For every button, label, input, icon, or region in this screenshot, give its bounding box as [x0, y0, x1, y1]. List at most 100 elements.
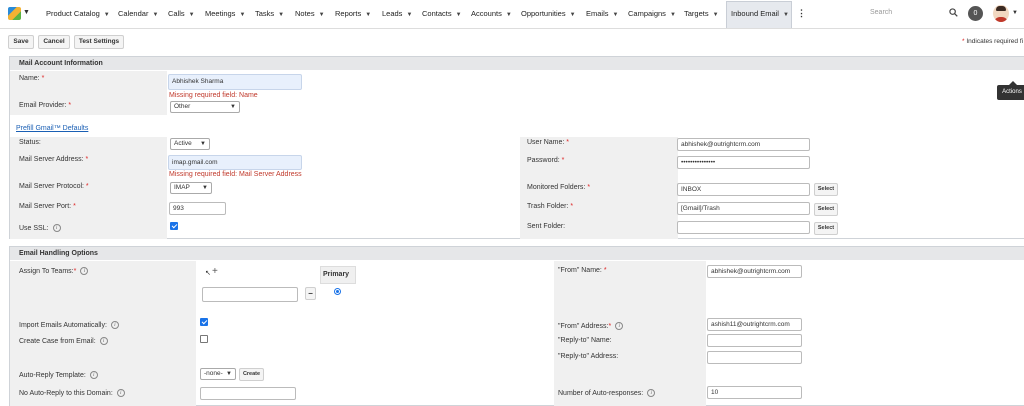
- info-icon[interactable]: i: [99, 337, 108, 345]
- test-settings-button[interactable]: Test Settings: [74, 35, 124, 49]
- nav-item-calls[interactable]: Calls ▼: [168, 9, 195, 18]
- remove-team-button[interactable]: −: [305, 287, 316, 300]
- user-name-label: User Name: *: [527, 139, 569, 146]
- cancel-button[interactable]: Cancel: [38, 35, 70, 49]
- nav-item-campaigns[interactable]: Campaigns ▼: [628, 9, 676, 18]
- notification-count-badge[interactable]: 0: [968, 6, 983, 21]
- chevron-down-icon: ▼: [230, 104, 236, 110]
- import-emails-automatically-label: Import Emails Automatically: i: [19, 321, 119, 329]
- required-star: *: [68, 102, 72, 109]
- sent-folder-select-button[interactable]: Select: [814, 222, 838, 235]
- nav-item-notes[interactable]: Notes ▼: [295, 9, 325, 18]
- user-avatar[interactable]: [993, 5, 1009, 22]
- save-button[interactable]: Save: [8, 35, 34, 49]
- chevron-down-icon: ▼: [103, 12, 110, 18]
- no-auto-reply-domain-input[interactable]: [200, 387, 296, 400]
- app-logo-icon[interactable]: [8, 7, 21, 20]
- user-name-label-text: User Name:: [527, 139, 565, 146]
- sent-folder-label: Sent Folder:: [527, 223, 566, 230]
- name-label: Name: *: [19, 75, 44, 82]
- nav-item-product-catalog[interactable]: Product Catalog ▼: [46, 9, 110, 18]
- nav-item-label: Meetings: [205, 9, 236, 18]
- from-address-input[interactable]: ashish11@outrightcrm.com: [707, 318, 802, 331]
- info-icon[interactable]: i: [110, 321, 119, 329]
- create-template-button[interactable]: Create: [239, 368, 264, 381]
- nav-item-meetings[interactable]: Meetings ▼: [205, 9, 245, 18]
- nav-item-tasks[interactable]: Tasks ▼: [255, 9, 284, 18]
- search-icon[interactable]: [949, 8, 958, 17]
- mail-server-port-input[interactable]: 993: [169, 202, 226, 215]
- from-name-label-text: "From" Name:: [558, 267, 602, 274]
- nav-item-inbound-email[interactable]: Inbound Email ▼: [731, 9, 789, 18]
- mail-server-address-input[interactable]: imap.gmail.com: [168, 155, 302, 170]
- nav-item-targets[interactable]: Targets ▼: [684, 9, 719, 18]
- monitored-folders-label: Monitored Folders: *: [527, 184, 590, 191]
- nav-item-reports[interactable]: Reports ▼: [335, 9, 371, 18]
- prefill-gmail-defaults-link[interactable]: Prefill Gmail™ Defaults: [16, 125, 88, 132]
- no-auto-reply-label-text: No Auto-Reply to this Domain:: [19, 389, 113, 397]
- number-of-auto-responses-input[interactable]: 10: [707, 386, 802, 399]
- required-star: *: [566, 139, 570, 146]
- required-star: *: [570, 203, 574, 210]
- nav-item-emails[interactable]: Emails ▼: [586, 9, 618, 18]
- label-cell-bg: [10, 261, 196, 406]
- nav-item-contacts[interactable]: Contacts ▼: [422, 9, 462, 18]
- add-team-plus-icon[interactable]: +: [212, 266, 218, 277]
- import-emails-automatically-checkbox[interactable]: [200, 318, 208, 326]
- reply-to-name-input[interactable]: [707, 334, 802, 347]
- nav-item-label: Product Catalog: [46, 9, 100, 18]
- user-name-input[interactable]: abhishek@outrightcrm.com: [677, 138, 810, 151]
- info-icon[interactable]: i: [80, 267, 89, 275]
- import-emails-label-text: Import Emails Automatically:: [19, 321, 107, 329]
- auto-responses-label-text: Number of Auto-responses:: [558, 389, 644, 397]
- nav-item-opportunities[interactable]: Opportunities ▼: [521, 9, 576, 18]
- nav-item-label: Campaigns: [628, 9, 666, 18]
- password-input[interactable]: •••••••••••••••: [677, 156, 810, 169]
- email-provider-label: Email Provider: *: [19, 102, 71, 109]
- mail-account-panel: Mail Account Information Name: * Abhishe…: [9, 56, 1024, 239]
- info-icon[interactable]: i: [647, 389, 656, 397]
- info-icon[interactable]: i: [89, 371, 98, 379]
- more-menu-icon[interactable]: ⋮: [797, 8, 806, 19]
- auto-reply-template-select[interactable]: -none- ▼: [200, 368, 236, 380]
- nav-item-label: Inbound Email: [731, 9, 779, 18]
- email-provider-select[interactable]: Other ▼: [170, 101, 240, 113]
- nav-item-leads[interactable]: Leads ▼: [382, 9, 412, 18]
- monitored-folders-select-button[interactable]: Select: [814, 183, 838, 196]
- mail-server-protocol-select[interactable]: IMAP ▼: [170, 182, 212, 194]
- nav-item-accounts[interactable]: Accounts ▼: [471, 9, 512, 18]
- team-name-input[interactable]: [202, 287, 298, 302]
- chevron-down-icon: ▼: [226, 371, 232, 377]
- email-handling-panel: Email Handling Options Assign To Teams:*…: [9, 246, 1024, 406]
- sent-folder-input[interactable]: [677, 221, 810, 234]
- from-name-input[interactable]: abhishek@outrightcrm.com: [707, 265, 802, 278]
- nav-item-calendar[interactable]: Calendar ▼: [118, 9, 158, 18]
- required-star: *: [73, 203, 76, 210]
- chevron-down-icon: ▼: [202, 185, 208, 191]
- top-navigation-bar: ▼ Product Catalog ▼ Calendar ▼ Calls ▼ Meet…: [0, 0, 1024, 29]
- trash-folder-input[interactable]: [Gmail]/Trash: [677, 202, 810, 215]
- info-icon[interactable]: i: [52, 224, 61, 232]
- required-star: *: [41, 75, 45, 82]
- logo-caret-icon[interactable]: ▼: [23, 9, 30, 16]
- status-value: Active: [174, 140, 192, 147]
- monitored-folders-input[interactable]: INBOX: [677, 183, 810, 196]
- use-ssl-label-text: Use SSL:: [19, 224, 49, 232]
- mail-server-port-label-text: Mail Server Port:: [19, 203, 72, 210]
- create-case-from-email-checkbox[interactable]: [200, 335, 208, 343]
- chevron-down-icon: ▼: [200, 141, 206, 147]
- chevron-down-icon: ▼: [612, 12, 619, 18]
- trash-folder-select-button[interactable]: Select: [814, 203, 838, 216]
- mail-server-protocol-label: Mail Server Protocol: *: [19, 183, 89, 190]
- status-select[interactable]: Active ▼: [170, 138, 210, 150]
- info-icon[interactable]: i: [116, 389, 125, 397]
- reply-to-address-input[interactable]: [707, 351, 802, 364]
- use-ssl-checkbox[interactable]: [170, 222, 178, 230]
- assign-to-teams-label: Assign To Teams:* i: [19, 267, 89, 275]
- user-menu-chevron-down-icon[interactable]: ▼: [1012, 10, 1018, 16]
- info-icon[interactable]: i: [615, 322, 624, 330]
- name-input[interactable]: Abhishek Sharma: [168, 74, 302, 90]
- required-note-text: Indicates required fi: [966, 38, 1024, 45]
- primary-team-radio[interactable]: [334, 288, 341, 295]
- reply-to-name-label: "Reply-to" Name:: [558, 337, 612, 344]
